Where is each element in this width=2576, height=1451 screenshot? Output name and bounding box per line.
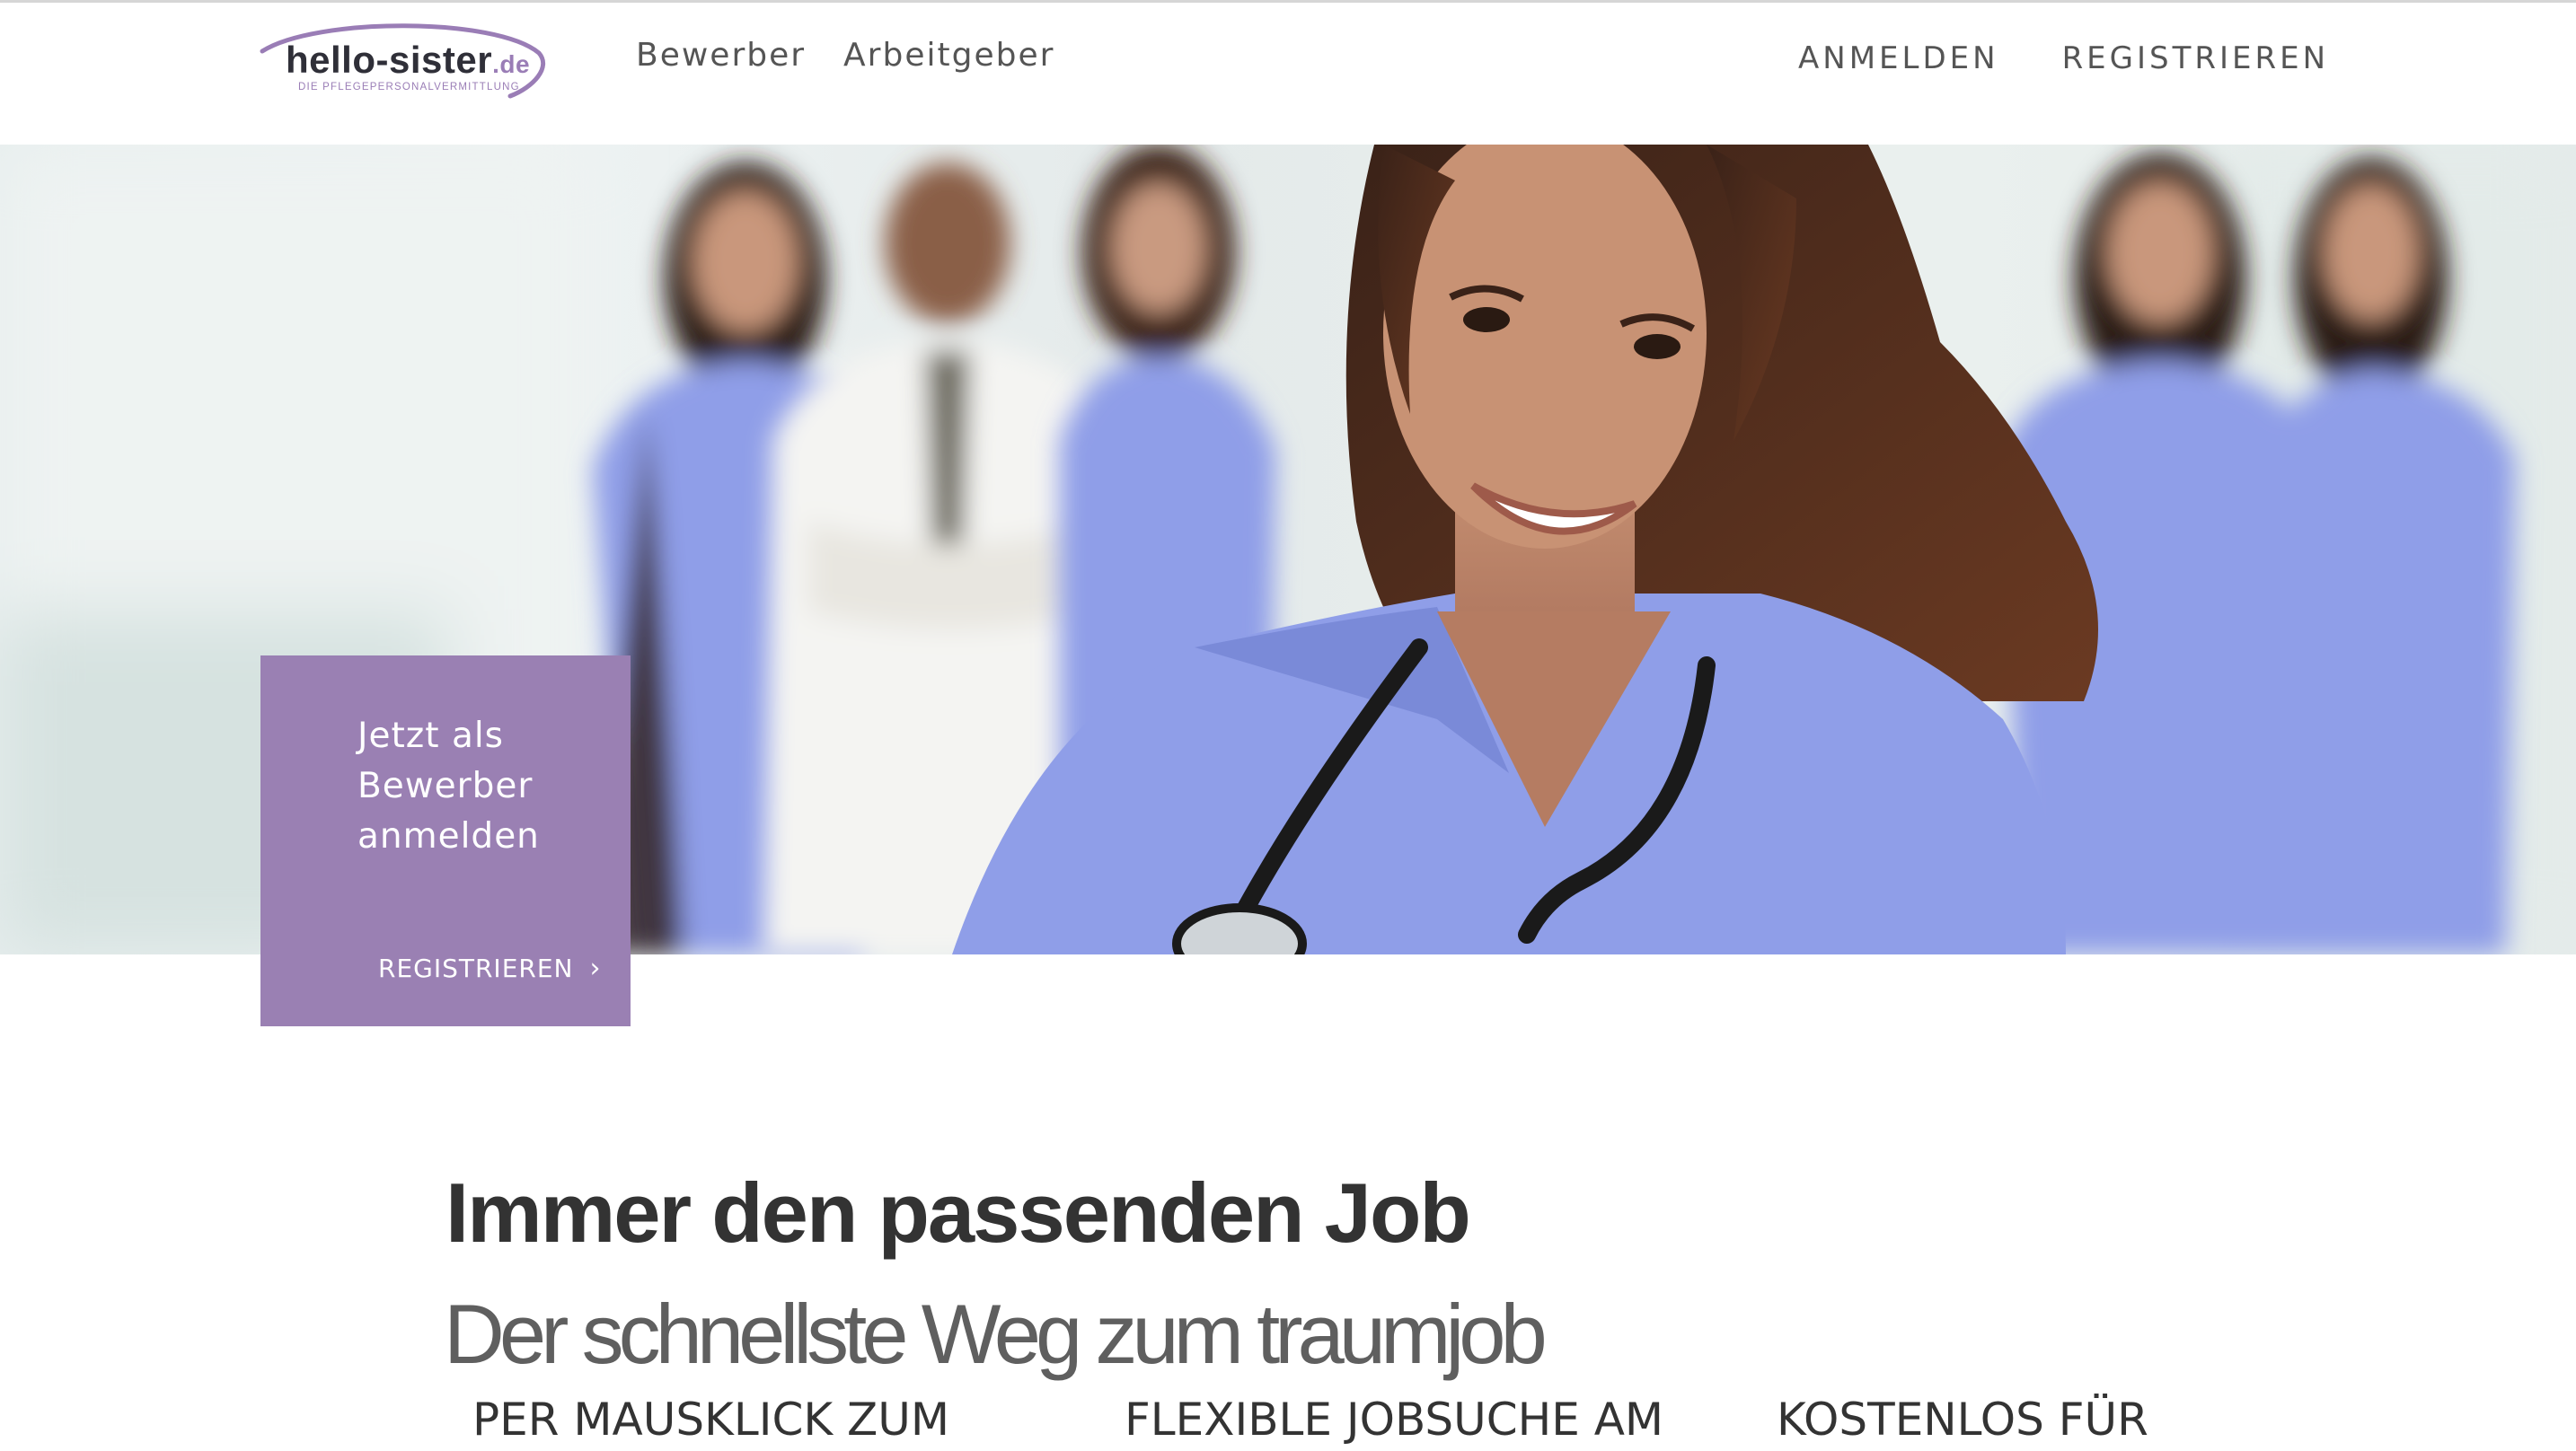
logo[interactable]: hello-sister.de DIE PFLEGEPERSONALVERMIT…: [253, 19, 550, 101]
logo-text: hello-sister.de: [286, 39, 530, 82]
logo-brand: hello-sister: [286, 39, 493, 81]
cta-register-label: REGISTRIEREN: [378, 954, 574, 983]
chevron-right-icon: ›: [589, 952, 602, 984]
applicant-cta-card[interactable]: Jetzt als Bewerber anmelden REGISTRIEREN…: [260, 655, 631, 1026]
feature-title-2: FLEXIBLE JOBSUCHE AM: [1125, 1394, 1664, 1446]
logo-tld: .de: [492, 50, 531, 78]
site-header: hello-sister.de DIE PFLEGEPERSONALVERMIT…: [0, 3, 2576, 145]
login-link[interactable]: ANMELDEN: [1798, 40, 1999, 76]
feature-title-1: PER MAUSKLICK ZUM: [472, 1394, 950, 1446]
account-nav: ANMELDEN REGISTRIEREN: [1798, 40, 2329, 76]
logo-tagline: DIE PFLEGEPERSONALVERMITTLUNG: [298, 82, 520, 92]
main-nav: Bewerber Arbeitgeber: [636, 37, 1054, 74]
cta-register-link[interactable]: REGISTRIEREN ›: [378, 954, 601, 983]
register-link[interactable]: REGISTRIEREN: [2062, 40, 2330, 76]
nav-bewerber[interactable]: Bewerber: [636, 37, 806, 74]
page-subheadline: Der schnellste Weg zum traumjob: [444, 1287, 1548, 1382]
nav-arbeitgeber[interactable]: Arbeitgeber: [843, 37, 1054, 74]
feature-title-3: KOSTENLOS FÜR: [1777, 1394, 2148, 1446]
page-headline: Immer den passenden Job: [446, 1165, 1471, 1260]
cta-text: Jetzt als Bewerber anmelden: [357, 716, 540, 857]
page: hello-sister.de DIE PFLEGEPERSONALVERMIT…: [0, 0, 2576, 1451]
